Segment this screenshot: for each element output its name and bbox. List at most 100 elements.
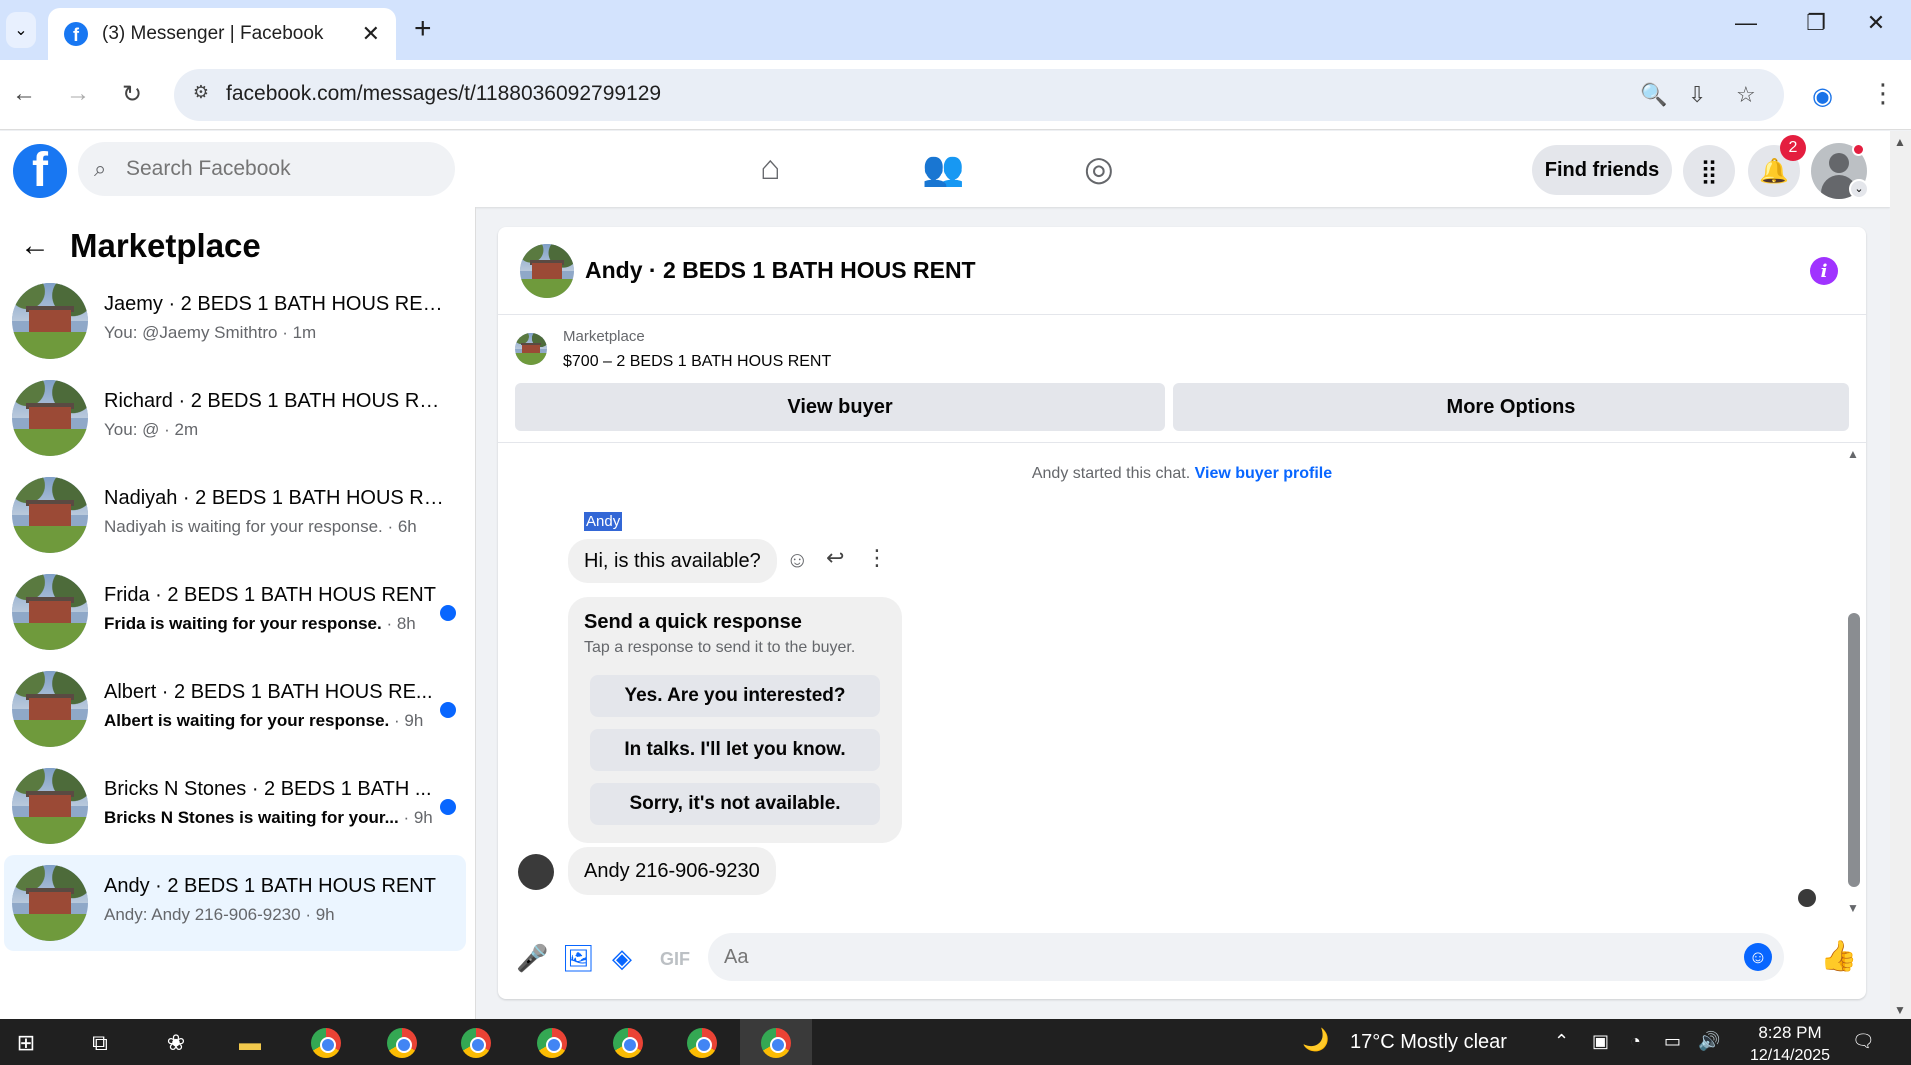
sender-name: Andy (584, 512, 623, 531)
restore-icon[interactable]: ❐ (1796, 10, 1836, 36)
chrome-icon[interactable] (306, 1027, 346, 1059)
zoom-icon[interactable]: 🔍 (1640, 82, 1667, 108)
facebook-search[interactable]: ⌕ (78, 142, 455, 196)
conversation-preview: Nadiyah is waiting for your response. · … (104, 517, 417, 536)
back-arrow-icon[interactable]: ← (20, 229, 50, 263)
chrome-icon-active[interactable] (756, 1027, 796, 1059)
listing-price[interactable]: $700 – 2 BEDS 1 BATH HOUS RENT (563, 353, 831, 371)
react-emoji-icon[interactable]: ☺ (786, 547, 808, 573)
scroll-down-icon[interactable]: ▼ (1847, 901, 1859, 915)
find-friends-button[interactable]: Find friends (1532, 145, 1672, 195)
site-settings-icon[interactable]: ⚙ (188, 82, 214, 108)
weather-text[interactable]: 17°C Mostly clear (1350, 1031, 1507, 1054)
weather-moon-icon[interactable]: 🌙 (1302, 1027, 1329, 1053)
url-text[interactable]: facebook.com/messages/t/1188036092799129 (226, 82, 661, 106)
chrome-icon[interactable] (382, 1027, 422, 1059)
listing-thumbnail (12, 574, 88, 650)
conversation-item[interactable]: Bricks N Stones · 2 BEDS 1 BATH ... Bric… (4, 758, 466, 854)
microphone-icon[interactable]: 🎤 (516, 943, 548, 974)
address-bar[interactable]: ⚙ facebook.com/messages/t/11880360927991… (174, 69, 1784, 121)
clock-time[interactable]: 8:28 PM (1745, 1023, 1835, 1043)
gif-icon[interactable]: GIF (660, 949, 690, 970)
minimize-icon[interactable]: — (1726, 10, 1766, 36)
search-input[interactable] (126, 152, 426, 186)
conversation-item[interactable]: Nadiyah · 2 BEDS 1 BATH HOUS RE... Nadiy… (4, 467, 466, 563)
more-options-button[interactable]: More Options (1173, 383, 1849, 431)
install-app-icon[interactable]: ⇩ (1688, 82, 1706, 108)
facebook-header: f ⌕ ⌂ 👥 ◎ Find friends ⣿ 🔔 2 ⌄ (0, 131, 1890, 207)
wifi-icon[interactable]: ◔ (1630, 1031, 1641, 1052)
message-thread[interactable]: Andy started this chat. View buyer profi… (498, 443, 1866, 921)
chat-title[interactable]: Andy · 2 BEDS 1 BATH HOUS RENT (585, 257, 976, 284)
conversation-item-active[interactable]: Andy · 2 BEDS 1 BATH HOUS RENT Andy: And… (4, 855, 466, 951)
battery-icon[interactable]: ▭ (1664, 1031, 1681, 1052)
conversation-preview: You: @Jaemy Smithtro · 1m (104, 323, 317, 342)
quick-response-yes-button[interactable]: Yes. Are you interested? (590, 675, 880, 717)
new-tab-button[interactable]: + (414, 12, 432, 46)
view-buyer-profile-link[interactable]: View buyer profile (1195, 465, 1333, 482)
tab-search-dropdown-icon[interactable]: ⌄ (6, 12, 36, 48)
reply-icon[interactable]: ↩ (826, 545, 844, 571)
quick-response-in-talks-button[interactable]: In talks. I'll let you know. (590, 729, 880, 771)
conversation-name: Frida · 2 BEDS 1 BATH HOUS RENT (104, 584, 436, 606)
browser-profile-icon[interactable]: ◉ (1812, 82, 1833, 111)
sender-avatar[interactable] (518, 854, 554, 890)
page-scrollbar[interactable]: ▲ ▼ (1890, 131, 1911, 1019)
account-alert-dot (1852, 143, 1865, 156)
device-icon[interactable]: ▣ (1592, 1031, 1609, 1052)
back-icon[interactable]: ← (8, 80, 40, 108)
bookmark-star-icon[interactable]: ☆ (1736, 82, 1756, 108)
scroll-up-icon[interactable]: ▲ (1847, 447, 1859, 461)
chevron-up-icon[interactable]: ⌃ (1554, 1031, 1569, 1052)
browser-menu-icon[interactable]: ⋮ (1870, 78, 1896, 109)
chrome-icon[interactable] (456, 1027, 496, 1059)
forward-icon[interactable]: → (62, 80, 94, 108)
groups-icon[interactable]: ◎ (1084, 149, 1114, 189)
file-explorer-icon[interactable]: ▬ (230, 1027, 270, 1059)
message-composer: 🎤 🖼 ◈ GIF ☺ 👍 (498, 921, 1866, 999)
close-window-icon[interactable]: ✕ (1856, 10, 1896, 36)
message-bubble[interactable]: Hi, is this available? (568, 539, 777, 583)
conversation-item[interactable]: Frida · 2 BEDS 1 BATH HOUS RENT Frida is… (4, 564, 466, 660)
conversation-item[interactable]: Jaemy · 2 BEDS 1 BATH HOUS RENT You: @Ja… (4, 273, 466, 369)
sticker-icon[interactable]: ◈ (612, 943, 632, 974)
listing-thumbnail (12, 865, 88, 941)
reload-icon[interactable]: ↻ (116, 80, 148, 109)
info-icon[interactable]: i (1810, 257, 1838, 285)
home-icon[interactable]: ⌂ (760, 149, 781, 188)
more-actions-icon[interactable]: ⋮ (866, 545, 888, 571)
conversation-name: Albert · 2 BEDS 1 BATH HOUS RE... (104, 681, 433, 703)
windows-start-icon[interactable]: ⊞ (6, 1027, 46, 1059)
message-input-box[interactable]: ☺ (708, 933, 1784, 981)
scroll-thumb[interactable] (1848, 613, 1860, 887)
chevron-down-icon[interactable]: ⌄ (1849, 179, 1869, 199)
facebook-logo-icon[interactable]: f (13, 144, 67, 198)
menu-grid-icon[interactable]: ⣿ (1683, 145, 1735, 197)
scroll-down-icon[interactable]: ▼ (1894, 1003, 1906, 1017)
message-input[interactable] (724, 941, 1724, 973)
emoji-icon[interactable]: ☺ (1744, 943, 1772, 971)
view-buyer-button[interactable]: View buyer (515, 383, 1165, 431)
quick-response-not-available-button[interactable]: Sorry, it's not available. (590, 783, 880, 825)
facebook-favicon-icon: f (64, 22, 88, 46)
close-tab-icon[interactable]: ✕ (362, 21, 380, 47)
conversation-item[interactable]: Richard · 2 BEDS 1 BATH HOUS RE... You: … (4, 370, 466, 466)
chrome-icon[interactable] (608, 1027, 648, 1059)
clock-date[interactable]: 12/14/2025 (1735, 1047, 1845, 1065)
chat-started-notice: Andy started this chat. View buyer profi… (498, 465, 1866, 483)
scroll-up-icon[interactable]: ▲ (1894, 135, 1906, 149)
chat-scrollbar[interactable]: ▲ ▼ (1844, 443, 1864, 921)
app-pinned-icon[interactable]: ❀ (156, 1027, 196, 1059)
chrome-icon[interactable] (682, 1027, 722, 1059)
photo-icon[interactable]: 🖼 (562, 943, 595, 974)
conversation-item[interactable]: Albert · 2 BEDS 1 BATH HOUS RE... Albert… (4, 661, 466, 757)
browser-tab-messenger[interactable]: f (3) Messenger | Facebook ✕ (48, 8, 396, 60)
chat-listing-thumbnail[interactable] (520, 244, 574, 298)
chrome-icon[interactable] (532, 1027, 572, 1059)
volume-icon[interactable]: 🔊 (1698, 1031, 1720, 1052)
notification-center-icon[interactable]: 🗨 (1852, 1031, 1875, 1052)
message-bubble[interactable]: Andy 216-906-9230 (568, 847, 776, 895)
thumbs-up-icon[interactable]: 👍 (1820, 939, 1857, 974)
friends-icon[interactable]: 👥 (922, 149, 964, 189)
task-view-icon[interactable]: ⧉ (80, 1027, 120, 1059)
